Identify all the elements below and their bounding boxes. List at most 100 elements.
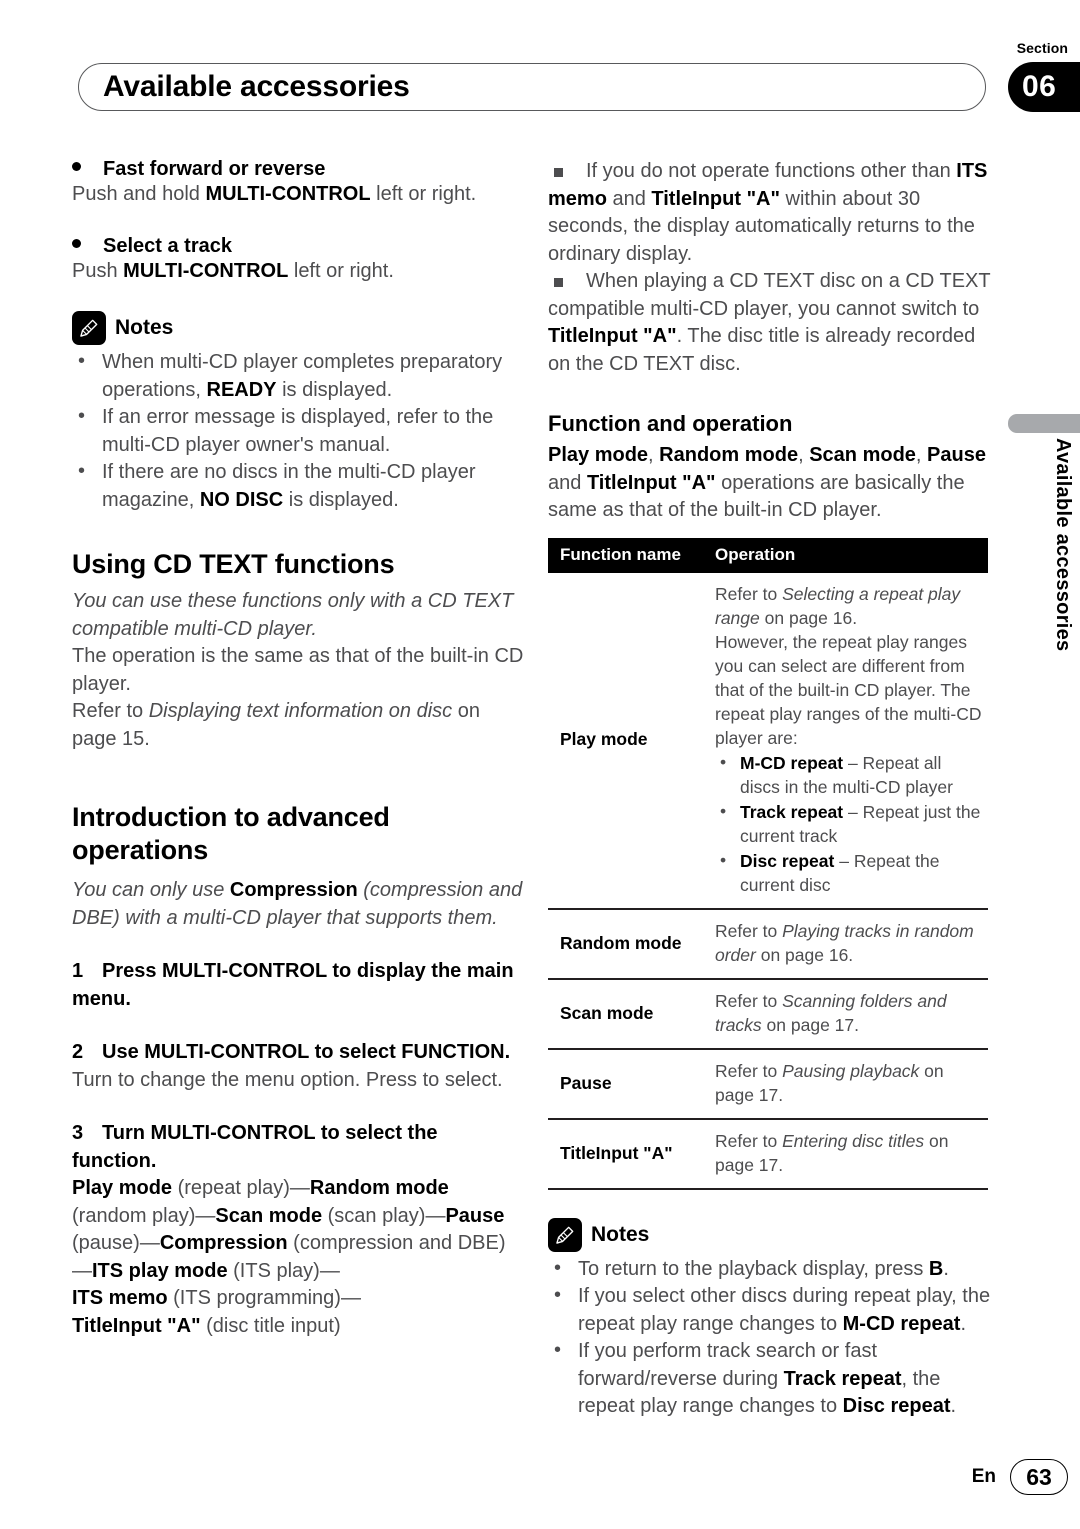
text-bold: NO DISC	[199, 488, 284, 511]
text-fragment: (pause)—	[72, 1232, 160, 1254]
step-number: 3	[72, 1122, 84, 1144]
column-header-operation: Operation	[703, 537, 988, 573]
text-fragment: (scan play)—	[322, 1204, 446, 1227]
note-item: When multi-CD player completes preparato…	[72, 348, 524, 404]
text-fragment: (random play)—	[72, 1204, 216, 1227]
text-fragment: If you do not operate functions other th…	[586, 160, 957, 182]
subheading-label: Fast forward or reverse	[103, 158, 326, 180]
table-header-row: Function name Operation	[548, 537, 988, 573]
step-number: 2	[72, 1041, 84, 1063]
subheading-select-track: Select a track	[72, 235, 524, 258]
text-bold: TitleInput "A"	[548, 325, 677, 347]
text-fragment: When playing a CD TEXT disc on a CD TEXT…	[548, 270, 991, 320]
cdtext-para1: The operation is the same as that of the…	[72, 645, 524, 695]
text-bold: Compression	[159, 1232, 288, 1254]
heading-function-and-operation: Function and operation	[548, 411, 793, 436]
text-fragment: Refer to	[72, 700, 149, 722]
text-italic: Displaying text information on disc	[148, 700, 453, 722]
cell-function-name: Play mode	[548, 572, 703, 910]
bullet-dot-icon	[72, 162, 81, 171]
text-bold: Play mode	[548, 444, 649, 466]
text-bold: Random mode	[309, 1177, 449, 1199]
cell-operation: Refer to Playing tracks in random order …	[703, 908, 988, 980]
heading-intro-advanced: Introduction to advanced operations	[72, 802, 390, 865]
text-bold: TitleInput "A"	[72, 1314, 201, 1337]
text-fragment: Refer to	[715, 1130, 783, 1151]
text-bold: M-CD repeat	[842, 1312, 961, 1335]
cell-function-name: Scan mode	[548, 978, 703, 1050]
cdtext-para2: Refer to Displaying text information on …	[72, 698, 524, 753]
text-fragment: (repeat play)—	[172, 1177, 310, 1199]
text-fragment: and	[606, 187, 652, 210]
subheading-fast-forward: Fast forward or reverse	[72, 158, 524, 181]
text-fragment: If an error message is displayed, refer …	[102, 406, 494, 456]
notes-heading-left: Notes	[72, 311, 524, 345]
intro-advanced-italic: You can only use Compression (compressio…	[72, 877, 524, 932]
text-fragment: left or right.	[370, 183, 477, 205]
repeat-range-list: M-CD repeat – Repeat all discs in the mu…	[715, 750, 982, 897]
repeat-range-item: Track repeat – Repeat just the current t…	[715, 799, 982, 848]
square-bullet-icon	[554, 168, 563, 177]
square-notes-list: If you do not operate functions other th…	[548, 158, 996, 378]
text-bold: Track repeat	[783, 1367, 902, 1390]
notes-list-right: To return to the playback display, press…	[548, 1255, 996, 1421]
step-text: Turn MULTI-CONTROL to select the functio…	[72, 1122, 438, 1172]
page-footer: En 63	[972, 1459, 1068, 1495]
text-fragment: Push and hold	[72, 183, 206, 205]
text-fragment: on page 16.	[755, 944, 854, 965]
step-1: 1 Press MULTI-CONTROL to display the main…	[72, 958, 524, 1013]
text-bold: Pause	[445, 1204, 505, 1227]
text-bold: M-CD repeat	[740, 752, 844, 773]
text-fragment: ,	[798, 444, 810, 466]
cell-operation: Refer to Pausing playback on page 17.	[703, 1048, 988, 1120]
page-title-pill: Available accessories	[78, 63, 986, 111]
note-item: To return to the playback display, press…	[548, 1255, 996, 1284]
right-column: If you do not operate functions other th…	[548, 158, 996, 1421]
square-note-item: If you do not operate functions other th…	[548, 158, 996, 268]
text-fragment: Refer to	[715, 1060, 783, 1081]
section-label: Section	[1016, 40, 1068, 56]
repeat-range-item: M-CD repeat – Repeat all discs in the mu…	[715, 750, 982, 799]
step-number: 1	[72, 960, 84, 982]
text-bold: Random mode	[659, 444, 799, 466]
text-fragment: on page 16.	[759, 607, 858, 628]
subheading-label: Select a track	[103, 234, 232, 257]
language-label: En	[971, 1466, 996, 1487]
heading-using-cd-text: Using CD TEXT functions	[72, 549, 395, 579]
text-bold: MULTI-CONTROL	[205, 183, 371, 205]
cell-operation: Refer to Selecting a repeat play range o…	[703, 572, 988, 910]
step-2-detail: Turn to change the menu option. Press to…	[72, 1068, 503, 1091]
table-row: Random mode Refer to Playing tracks in r…	[548, 908, 988, 980]
text-fragment: .	[960, 1312, 966, 1335]
table-row: TitleInput "A" Refer to Entering disc ti…	[548, 1118, 988, 1190]
side-tab-marker	[1008, 414, 1080, 433]
text-fragment: (disc title input)	[200, 1314, 341, 1337]
text-bold: Play mode	[72, 1177, 173, 1199]
function-chain: Play mode (repeat play)—Random mode (ran…	[72, 1175, 524, 1340]
text-fragment: Refer to	[715, 920, 783, 941]
column-header-function-name: Function name	[548, 537, 703, 573]
text-bold: Scan mode	[809, 444, 916, 466]
text-bold: Pause	[927, 444, 986, 466]
pencil-icon	[72, 311, 106, 345]
text-fragment: To return to the playback display, press	[578, 1257, 929, 1280]
side-tab-label: Available accessories	[1052, 438, 1074, 652]
text-fragment: ,	[648, 444, 660, 466]
note-item: If you perform track search or fast forw…	[548, 1337, 996, 1421]
text-bold: Disc repeat	[740, 850, 835, 871]
text-bold: B	[928, 1257, 944, 1280]
text-bold: Track repeat	[740, 801, 844, 822]
text-bold: MULTI-CONTROL	[123, 259, 289, 282]
notes-label: Notes	[591, 1222, 650, 1246]
table-body: Play mode Refer to Selecting a repeat pl…	[548, 572, 988, 1190]
section-number-badge: 06	[1008, 62, 1080, 112]
cdtext-italic-intro: You can use these functions only with a …	[72, 590, 514, 640]
text-fragment: (ITS play)—	[227, 1259, 340, 1282]
text-fragment: ,	[915, 444, 928, 466]
table-row: Pause Refer to Pausing playback on page …	[548, 1048, 988, 1120]
left-column: Fast forward or reverse Push and hold MU…	[72, 158, 524, 1340]
text-fragment: on page 17.	[761, 1014, 859, 1035]
bullet-dot-icon	[72, 238, 81, 248]
page-number: 63	[1010, 1459, 1068, 1495]
text-fragment: Refer to	[715, 583, 783, 604]
